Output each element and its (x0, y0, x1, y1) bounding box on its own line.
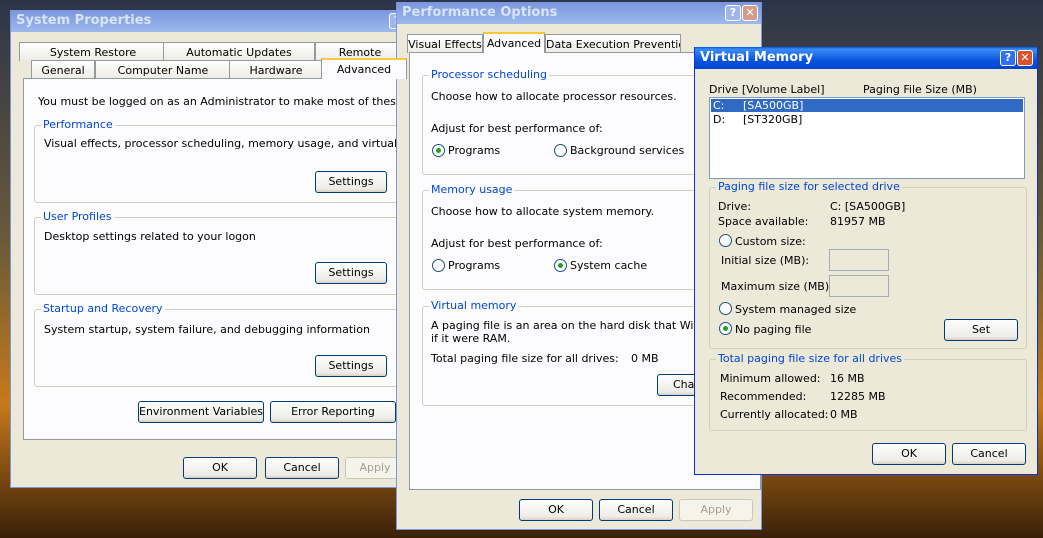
startup-recovery-group: Startup and Recovery System startup, sys… (34, 302, 398, 387)
drive-column-header: Drive [Volume Label] (709, 83, 825, 96)
group-description-2: if it were RAM. (431, 332, 511, 345)
maximum-size-field[interactable] (829, 275, 889, 297)
profiles-settings-button[interactable]: Settings (315, 262, 387, 284)
cancel-button[interactable]: Cancel (952, 443, 1026, 465)
group-description: Visual effects, processor scheduling, me… (44, 137, 447, 150)
help-icon[interactable]: ? (725, 5, 741, 21)
no-paging-file-radio[interactable] (719, 322, 732, 335)
ok-button[interactable]: OK (183, 457, 257, 479)
advanced-panel: You must be logged on as an Administrato… (23, 78, 456, 440)
tab-data-execution-prevention[interactable]: Data Execution Prevention (545, 34, 681, 53)
drive-row-selected[interactable]: C: [SA500GB] (711, 99, 1023, 112)
custom-size-label[interactable]: Custom size: (735, 235, 806, 248)
tab-system-restore[interactable]: System Restore (19, 42, 167, 61)
apply-button[interactable]: Apply (679, 499, 753, 521)
no-paging-file-label[interactable]: No paging file (735, 323, 811, 336)
virtual-memory-window: Virtual Memory ? ✕ Drive [Volume Label] … (694, 47, 1038, 475)
drive-letter: D: (713, 113, 726, 126)
initial-size-field[interactable] (829, 249, 889, 271)
error-reporting-button[interactable]: Error Reporting (270, 401, 396, 423)
tab-general[interactable]: General (31, 60, 95, 79)
programs-radio[interactable] (432, 144, 445, 157)
programs-radio[interactable] (432, 259, 445, 272)
system-properties-window: System Properties ? System Restore Autom… (10, 10, 456, 488)
group-description: Choose how to allocate system memory. (431, 205, 654, 218)
group-description: Desktop settings related to your logon (44, 230, 256, 243)
drive-row[interactable]: D: [ST320GB] (711, 113, 1023, 126)
tab-computer-name[interactable]: Computer Name (95, 60, 231, 79)
total-paging-value: 0 MB (631, 352, 659, 365)
group-label: Total paging file size for all drives (716, 352, 905, 365)
close-icon[interactable]: ✕ (1017, 50, 1033, 66)
initial-size-label: Initial size (MB): (721, 254, 810, 267)
group-description: System startup, system failure, and debu… (44, 323, 370, 336)
group-label: Virtual memory (429, 299, 519, 312)
cancel-button[interactable]: Cancel (265, 457, 339, 479)
environment-variables-button[interactable]: Environment Variables (138, 401, 264, 423)
group-label: Performance (41, 118, 115, 131)
system-managed-label[interactable]: System managed size (735, 303, 856, 316)
selected-drive-group: Paging file size for selected drive Driv… (709, 180, 1027, 349)
system-cache-radio[interactable] (554, 259, 567, 272)
adjust-label: Adjust for best performance of: (431, 122, 603, 135)
cancel-button[interactable]: Cancel (599, 499, 673, 521)
tab-automatic-updates[interactable]: Automatic Updates (163, 42, 315, 61)
window-title[interactable]: Virtual Memory (695, 47, 1037, 69)
background-services-radio[interactable] (554, 144, 567, 157)
window-title[interactable]: Performance Options (397, 2, 761, 24)
space-available-value: 81957 MB (830, 215, 886, 228)
ok-button[interactable]: OK (872, 443, 946, 465)
group-label: Paging file size for selected drive (716, 180, 902, 193)
tab-hardware[interactable]: Hardware (229, 60, 323, 79)
group-label: User Profiles (41, 210, 114, 223)
ok-button[interactable]: OK (519, 499, 593, 521)
performance-settings-button[interactable]: Settings (315, 171, 387, 193)
drive-letter: C: (713, 99, 725, 112)
close-icon[interactable]: ✕ (742, 5, 758, 21)
adjust-label: Adjust for best performance of: (431, 237, 603, 250)
group-label: Startup and Recovery (41, 302, 165, 315)
background-services-radio-label[interactable]: Background services (570, 144, 684, 157)
programs-radio-label[interactable]: Programs (448, 259, 500, 272)
tab-visual-effects[interactable]: Visual Effects (407, 34, 483, 53)
custom-size-radio[interactable] (719, 234, 732, 247)
user-profiles-group: User Profiles Desktop settings related t… (34, 210, 398, 295)
total-paging-group: Total paging file size for all drives Mi… (709, 352, 1027, 431)
drive-volume-label: [SA500GB] (743, 99, 804, 112)
paging-size-column-header: Paging File Size (MB) (863, 83, 977, 96)
tab-advanced[interactable]: Advanced (483, 32, 545, 53)
system-cache-radio-label[interactable]: System cache (570, 259, 647, 272)
performance-group: Performance Visual effects, processor sc… (34, 118, 447, 203)
window-title[interactable]: System Properties (11, 10, 405, 32)
drive-label: Drive: (718, 200, 752, 213)
startup-settings-button[interactable]: Settings (315, 355, 387, 377)
help-icon[interactable]: ? (1000, 50, 1016, 66)
currently-allocated-label: Currently allocated: (720, 408, 829, 421)
drive-list[interactable]: C: [SA500GB] D: [ST320GB] (709, 97, 1025, 179)
maximum-size-label: Maximum size (MB): (721, 280, 833, 293)
drive-volume-label: [ST320GB] (743, 113, 803, 126)
total-paging-label: Total paging file size for all drives: (431, 352, 619, 365)
currently-allocated-value: 0 MB (830, 408, 858, 421)
recommended-value: 12285 MB (830, 390, 886, 403)
group-label: Processor scheduling (429, 68, 550, 81)
set-button[interactable]: Set (944, 319, 1018, 341)
programs-radio-label[interactable]: Programs (448, 144, 500, 157)
minimum-allowed-value: 16 MB (830, 372, 865, 385)
tab-advanced[interactable]: Advanced (321, 58, 407, 79)
drive-value: C: [SA500GB] (830, 200, 906, 213)
system-managed-radio[interactable] (719, 302, 732, 315)
group-description: Choose how to allocate processor resourc… (431, 90, 677, 103)
group-label: Memory usage (429, 183, 515, 196)
space-available-label: Space available: (718, 215, 809, 228)
minimum-allowed-label: Minimum allowed: (720, 372, 821, 385)
recommended-label: Recommended: (720, 390, 807, 403)
admin-note: You must be logged on as an Administrato… (38, 95, 456, 108)
